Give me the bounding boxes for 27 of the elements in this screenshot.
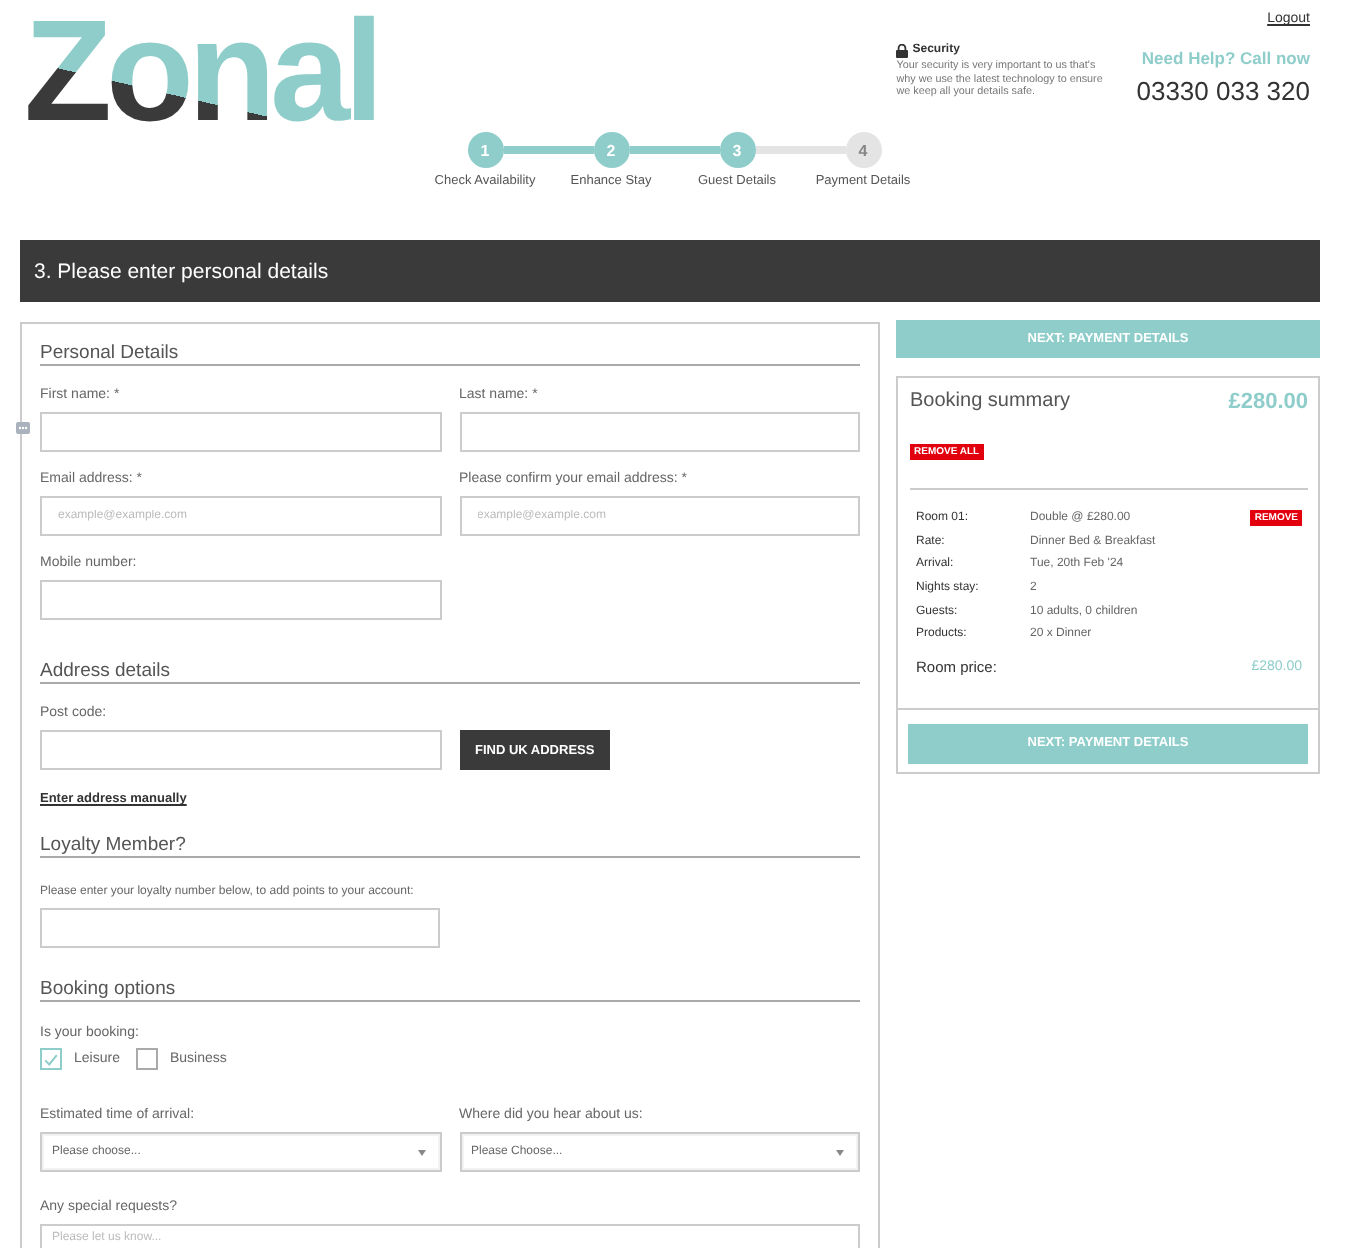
ellipsis-icon[interactable]	[16, 422, 30, 434]
lock-icon	[896, 43, 909, 57]
step-circle: 4	[845, 132, 881, 168]
phone-number: 03330 033 320	[1136, 76, 1310, 106]
step-connector	[503, 146, 593, 154]
page-title: 3. Please enter personal details	[20, 240, 1320, 302]
step-circle: 1	[467, 132, 503, 168]
tick-icon	[44, 1053, 58, 1065]
checkbox[interactable]	[135, 1048, 158, 1070]
input-field[interactable]	[40, 908, 440, 948]
section-heading: Booking options	[40, 978, 860, 1002]
section-heading: Personal Details	[40, 342, 860, 366]
caret-icon	[417, 1149, 425, 1155]
caret-icon	[836, 1149, 844, 1155]
checkbox[interactable]	[40, 1048, 62, 1070]
help-title: Need Help? Call now	[1141, 48, 1310, 68]
section-heading: Address details	[40, 660, 860, 684]
input-field[interactable]	[40, 730, 441, 770]
input-field[interactable]	[459, 412, 860, 452]
step-circle: 3	[719, 132, 755, 168]
summary-total: £280.00	[1228, 390, 1308, 414]
section-heading: Loyalty Member?	[40, 834, 860, 858]
step-connector	[629, 146, 719, 154]
input-field[interactable]	[40, 580, 441, 620]
input-field[interactable]	[40, 412, 441, 452]
step-circle: 2	[593, 132, 629, 168]
summary-title: Booking summary	[910, 390, 1071, 414]
